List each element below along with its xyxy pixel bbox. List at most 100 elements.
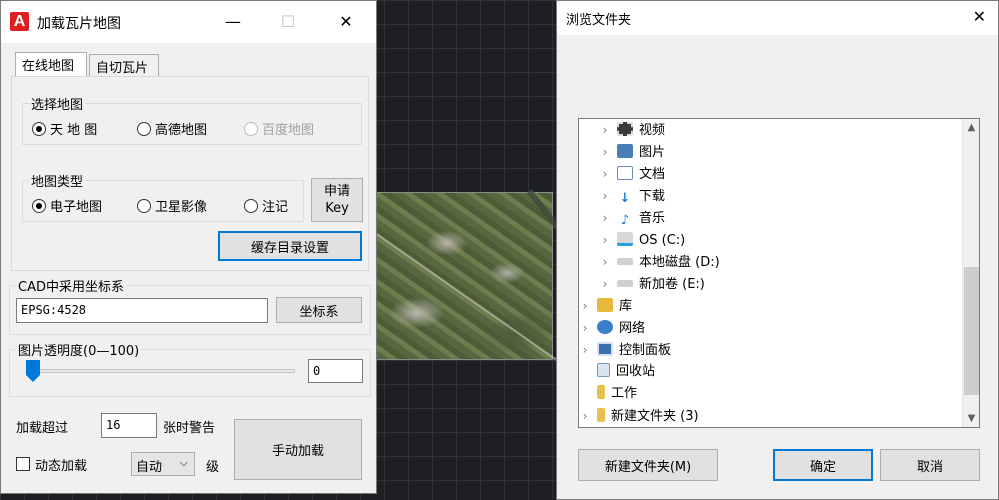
transparency-slider-track[interactable] bbox=[31, 369, 295, 373]
library-icon bbox=[597, 298, 613, 312]
tree-item-drive-d[interactable]: › 本地磁盘 (D:) bbox=[597, 251, 720, 273]
radio-annotation-label: 注记 bbox=[262, 200, 289, 215]
right-dialog-title: 浏览文件夹 bbox=[566, 13, 632, 28]
level-select[interactable]: 自动 ⌵ bbox=[131, 452, 195, 476]
load-warning-count-input[interactable]: 16 bbox=[101, 413, 157, 438]
tree-item-label: 本地磁盘 (D:) bbox=[639, 255, 720, 270]
folder-tree[interactable]: › 视频 › 图片 › 文档 › ↓ 下载 › ♪ 音乐 › OS (C:) › 本地磁盘 (D:… bbox=[578, 118, 980, 428]
tree-item-videos[interactable]: › 视频 bbox=[597, 119, 665, 141]
satellite-tile-image bbox=[375, 189, 655, 361]
radio-dot-icon bbox=[32, 122, 46, 136]
browse-folder-dialog: 浏览文件夹 ✕ › 视频 › 图片 › 文档 › ↓ 下载 › ♪ 音乐 › OS (C:) ›… bbox=[556, 0, 999, 500]
autocad-logo-icon: A bbox=[10, 12, 29, 31]
level-suffix: 级 bbox=[206, 460, 220, 475]
chevron-right-icon[interactable]: › bbox=[597, 163, 613, 185]
scrollbar-thumb[interactable] bbox=[964, 267, 979, 395]
coordinate-system-input[interactable]: EPSG:4528 bbox=[16, 298, 268, 323]
right-dialog-titlebar[interactable]: 浏览文件夹 ✕ bbox=[557, 1, 998, 35]
scroll-up-icon[interactable]: ▲ bbox=[963, 119, 979, 136]
chevron-right-icon[interactable]: › bbox=[579, 405, 593, 427]
folder-icon bbox=[597, 385, 605, 399]
coordinate-system-button[interactable]: 坐标系 bbox=[276, 297, 362, 323]
road-feature bbox=[375, 233, 558, 361]
chevron-right-icon[interactable]: › bbox=[597, 185, 613, 207]
close-button[interactable]: ✕ bbox=[973, 7, 986, 26]
chevron-right-icon[interactable]: › bbox=[597, 119, 613, 141]
maximize-button: ☐ bbox=[280, 12, 296, 31]
tree-item-network[interactable]: › 网络 bbox=[579, 317, 646, 339]
tree-item-work[interactable]: 工作 bbox=[579, 383, 637, 405]
apply-key-line2: Key bbox=[325, 201, 349, 216]
drive-icon bbox=[617, 258, 633, 265]
radio-baidu-label: 百度地图 bbox=[262, 123, 315, 138]
chevron-right-icon[interactable]: › bbox=[579, 295, 593, 317]
cache-directory-button[interactable]: 缓存目录设置 bbox=[218, 231, 362, 261]
chevron-right-icon[interactable]: › bbox=[579, 339, 593, 361]
recycle-bin-icon bbox=[597, 363, 610, 377]
chevron-right-icon[interactable]: › bbox=[597, 141, 613, 163]
tree-item-label: 下载 bbox=[639, 189, 666, 204]
left-dialog-title: 加载瓦片地图 bbox=[37, 16, 121, 32]
apply-key-button[interactable]: 申请 Key bbox=[311, 178, 363, 222]
radio-satellite-image[interactable]: 卫星影像 bbox=[137, 196, 208, 215]
online-map-panel: 选择地图 天 地 图 高德地图 百度地图 地图类型 电子地图 卫星影像 注记 申… bbox=[11, 76, 369, 271]
dynamic-load-checkbox[interactable] bbox=[16, 457, 30, 471]
tree-item-label: 新建文件夹 (3) bbox=[611, 409, 699, 424]
chevron-right-icon[interactable]: › bbox=[597, 229, 613, 251]
tree-item-new-folder-3[interactable]: › 新建文件夹 (3) bbox=[579, 405, 699, 427]
close-button[interactable]: ✕ bbox=[323, 1, 369, 43]
map-type-label: 地图类型 bbox=[29, 171, 86, 190]
level-select-value: 自动 bbox=[136, 460, 163, 475]
radio-gaode[interactable]: 高德地图 bbox=[137, 119, 208, 138]
minimize-button[interactable]: — bbox=[210, 1, 256, 43]
tree-item-control-panel[interactable]: › 控制面板 bbox=[579, 339, 672, 361]
manual-load-button[interactable]: 手动加载 bbox=[234, 419, 362, 480]
radio-dot-icon bbox=[32, 199, 46, 213]
radio-tianditu[interactable]: 天 地 图 bbox=[32, 119, 98, 138]
dynamic-load-label: 动态加载 bbox=[35, 459, 88, 474]
drive-os-icon bbox=[617, 232, 633, 246]
tree-item-downloads[interactable]: › ↓ 下载 bbox=[597, 185, 665, 207]
tab-online-map[interactable]: 在线地图 bbox=[15, 52, 87, 76]
radio-gaode-label: 高德地图 bbox=[155, 123, 208, 138]
radio-electronic-map[interactable]: 电子地图 bbox=[32, 196, 102, 215]
documents-icon bbox=[617, 166, 633, 180]
radio-dot-icon bbox=[137, 199, 151, 213]
music-icon: ♪ bbox=[620, 213, 630, 228]
ok-button[interactable]: 确定 bbox=[773, 449, 873, 481]
tree-item-label: 回收站 bbox=[616, 364, 656, 379]
transparency-value-input[interactable]: 0 bbox=[308, 359, 363, 383]
tree-item-label: 图片 bbox=[639, 145, 666, 160]
tree-item-drive-c[interactable]: › OS (C:) bbox=[597, 229, 685, 251]
cancel-button[interactable]: 取消 bbox=[880, 449, 980, 481]
tree-item-pictures[interactable]: › 图片 bbox=[597, 141, 665, 163]
new-folder-button[interactable]: 新建文件夹(M) bbox=[578, 449, 718, 481]
chevron-right-icon[interactable]: › bbox=[597, 251, 613, 273]
radio-annotation[interactable]: 注记 bbox=[244, 196, 289, 215]
pictures-icon bbox=[617, 144, 633, 158]
scroll-down-icon[interactable]: ▼ bbox=[963, 410, 979, 427]
control-panel-icon bbox=[597, 342, 613, 356]
apply-key-line1: 申请 bbox=[323, 184, 350, 199]
drive-icon bbox=[617, 280, 633, 287]
load-tile-map-dialog: A 加载瓦片地图 — ☐ ✕ 在线地图 自切瓦片 选择地图 天 地 图 高德地图… bbox=[0, 0, 377, 494]
radio-satellite-image-label: 卫星影像 bbox=[155, 200, 208, 215]
tree-item-label: 网络 bbox=[619, 321, 646, 336]
network-icon bbox=[597, 320, 613, 334]
left-dialog-titlebar[interactable]: A 加载瓦片地图 — ☐ ✕ bbox=[1, 1, 376, 43]
tree-item-label: 视频 bbox=[639, 123, 666, 138]
chevron-right-icon[interactable]: › bbox=[597, 273, 613, 295]
tree-item-library[interactable]: › 库 bbox=[579, 295, 632, 317]
chevron-right-icon[interactable]: › bbox=[597, 207, 613, 229]
load-warning-suffix: 张时警告 bbox=[163, 421, 216, 436]
tree-item-music[interactable]: › ♪ 音乐 bbox=[597, 207, 665, 229]
tab-self-cut-tiles[interactable]: 自切瓦片 bbox=[89, 54, 159, 76]
tree-item-drive-e[interactable]: › 新加卷 (E:) bbox=[597, 273, 705, 295]
folder-icon bbox=[597, 408, 605, 422]
tree-item-documents[interactable]: › 文档 bbox=[597, 163, 665, 185]
tree-item-label: 控制面板 bbox=[619, 343, 672, 358]
radio-tianditu-label: 天 地 图 bbox=[50, 123, 98, 138]
tree-item-recycle-bin[interactable]: 回收站 bbox=[579, 361, 656, 383]
tree-scrollbar[interactable]: ▲ ▼ bbox=[962, 119, 979, 427]
chevron-right-icon[interactable]: › bbox=[579, 317, 593, 339]
